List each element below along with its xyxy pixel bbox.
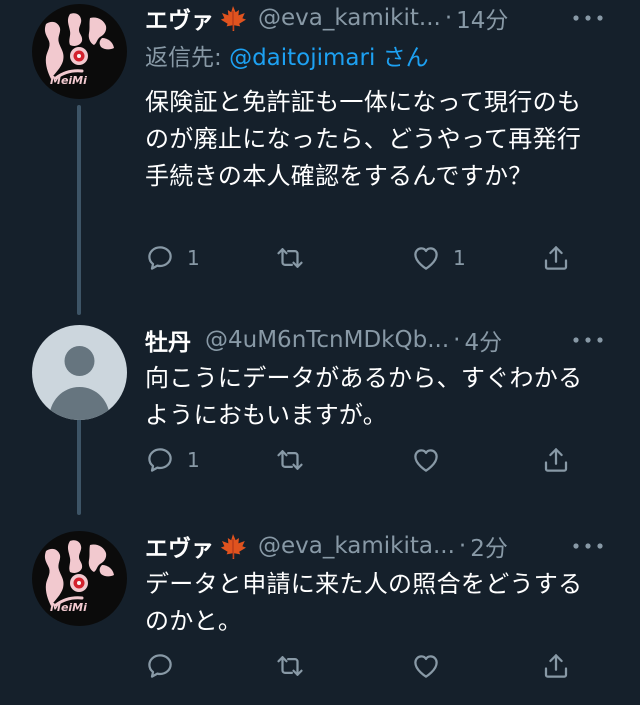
reply-count: 1 [187, 246, 200, 270]
heart-icon [411, 651, 441, 681]
share-button[interactable] [541, 646, 571, 686]
more-icon[interactable] [570, 534, 606, 558]
share-button[interactable] [541, 238, 571, 278]
tweet-header: 牡丹 @4uM6nTcnMDkQb... · 4分 [145, 322, 620, 358]
maple-leaf-icon [218, 533, 248, 559]
action-bar: 1 1 [145, 238, 585, 278]
share-button[interactable] [541, 440, 571, 480]
tweet[interactable]: MeiMi エヴァ @eva_kamikit... · 14分 返信先: @da… [0, 0, 640, 290]
reply-to-mention[interactable]: @daitojimari [229, 45, 375, 71]
user-handle[interactable]: @4uM6nTcnMDkQb... [205, 327, 449, 353]
reply-button[interactable] [145, 646, 187, 686]
tweet-text: 保険証と免許証も一体になって現行のものが廃止になったら、どうやって再発行手続きの… [145, 88, 582, 190]
user-handle[interactable]: @eva_kamikit... [258, 5, 441, 31]
display-name[interactable]: 牡丹 [145, 323, 191, 357]
like-count: 1 [453, 246, 466, 270]
more-icon[interactable] [570, 6, 606, 30]
action-bar [145, 646, 585, 686]
share-icon [541, 243, 571, 273]
reply-to-line: 返信先: @daitojimari さん [145, 38, 429, 72]
share-icon [541, 651, 571, 681]
reply-button[interactable]: 1 [145, 238, 200, 278]
share-icon [541, 445, 571, 475]
display-name[interactable]: エヴァ [145, 529, 214, 563]
like-button[interactable] [411, 646, 453, 686]
avatar-logo-text: MeiMi [50, 74, 87, 87]
avatar[interactable] [32, 325, 127, 420]
more-icon[interactable] [570, 328, 606, 352]
retweet-icon [275, 243, 305, 273]
reply-to-label: 返信先: [145, 45, 230, 71]
reply-icon [145, 651, 175, 681]
user-handle[interactable]: @eva_kamikita... [258, 533, 455, 559]
timestamp[interactable]: 2分 [470, 529, 508, 563]
tweet-text: 向こうにデータがあるから、すぐわかるようにおもいますが。 [145, 364, 583, 429]
tweet[interactable]: 牡丹 @4uM6nTcnMDkQb... · 4分 向こうにデータがあるから、す… [0, 322, 640, 502]
reply-icon [145, 243, 175, 273]
tweet-header: エヴァ @eva_kamikit... · 14分 [145, 0, 620, 36]
avatar[interactable]: MeiMi [32, 4, 127, 99]
tweet[interactable]: MeiMi エヴァ @eva_kamikita... · 2分 データと申請に来… [0, 528, 640, 705]
retweet-button[interactable] [275, 646, 317, 686]
retweet-button[interactable] [275, 238, 317, 278]
heart-icon [411, 243, 441, 273]
separator-dot: · [453, 327, 461, 353]
avatar[interactable]: MeiMi [32, 531, 127, 626]
timestamp[interactable]: 14分 [456, 1, 508, 35]
separator-dot: · [458, 533, 467, 559]
like-button[interactable]: 1 [411, 238, 466, 278]
reply-icon [145, 445, 175, 475]
maple-leaf-icon [218, 5, 248, 31]
retweet-button[interactable] [275, 440, 317, 480]
separator-dot: · [444, 5, 453, 31]
display-name[interactable]: エヴァ [145, 1, 214, 35]
reply-to-suffix: さん [375, 45, 429, 71]
retweet-icon [275, 445, 305, 475]
action-bar: 1 [145, 440, 585, 480]
avatar-logo-text: MeiMi [50, 601, 87, 614]
reply-button[interactable]: 1 [145, 440, 200, 480]
tweet-text: データと申請に来た人の照合をどうするのかと。 [145, 570, 583, 635]
like-button[interactable] [411, 440, 453, 480]
retweet-icon [275, 651, 305, 681]
timestamp[interactable]: 4分 [464, 323, 502, 357]
heart-icon [411, 445, 441, 475]
tweet-header: エヴァ @eva_kamikita... · 2分 [145, 528, 620, 564]
reply-count: 1 [187, 448, 200, 472]
